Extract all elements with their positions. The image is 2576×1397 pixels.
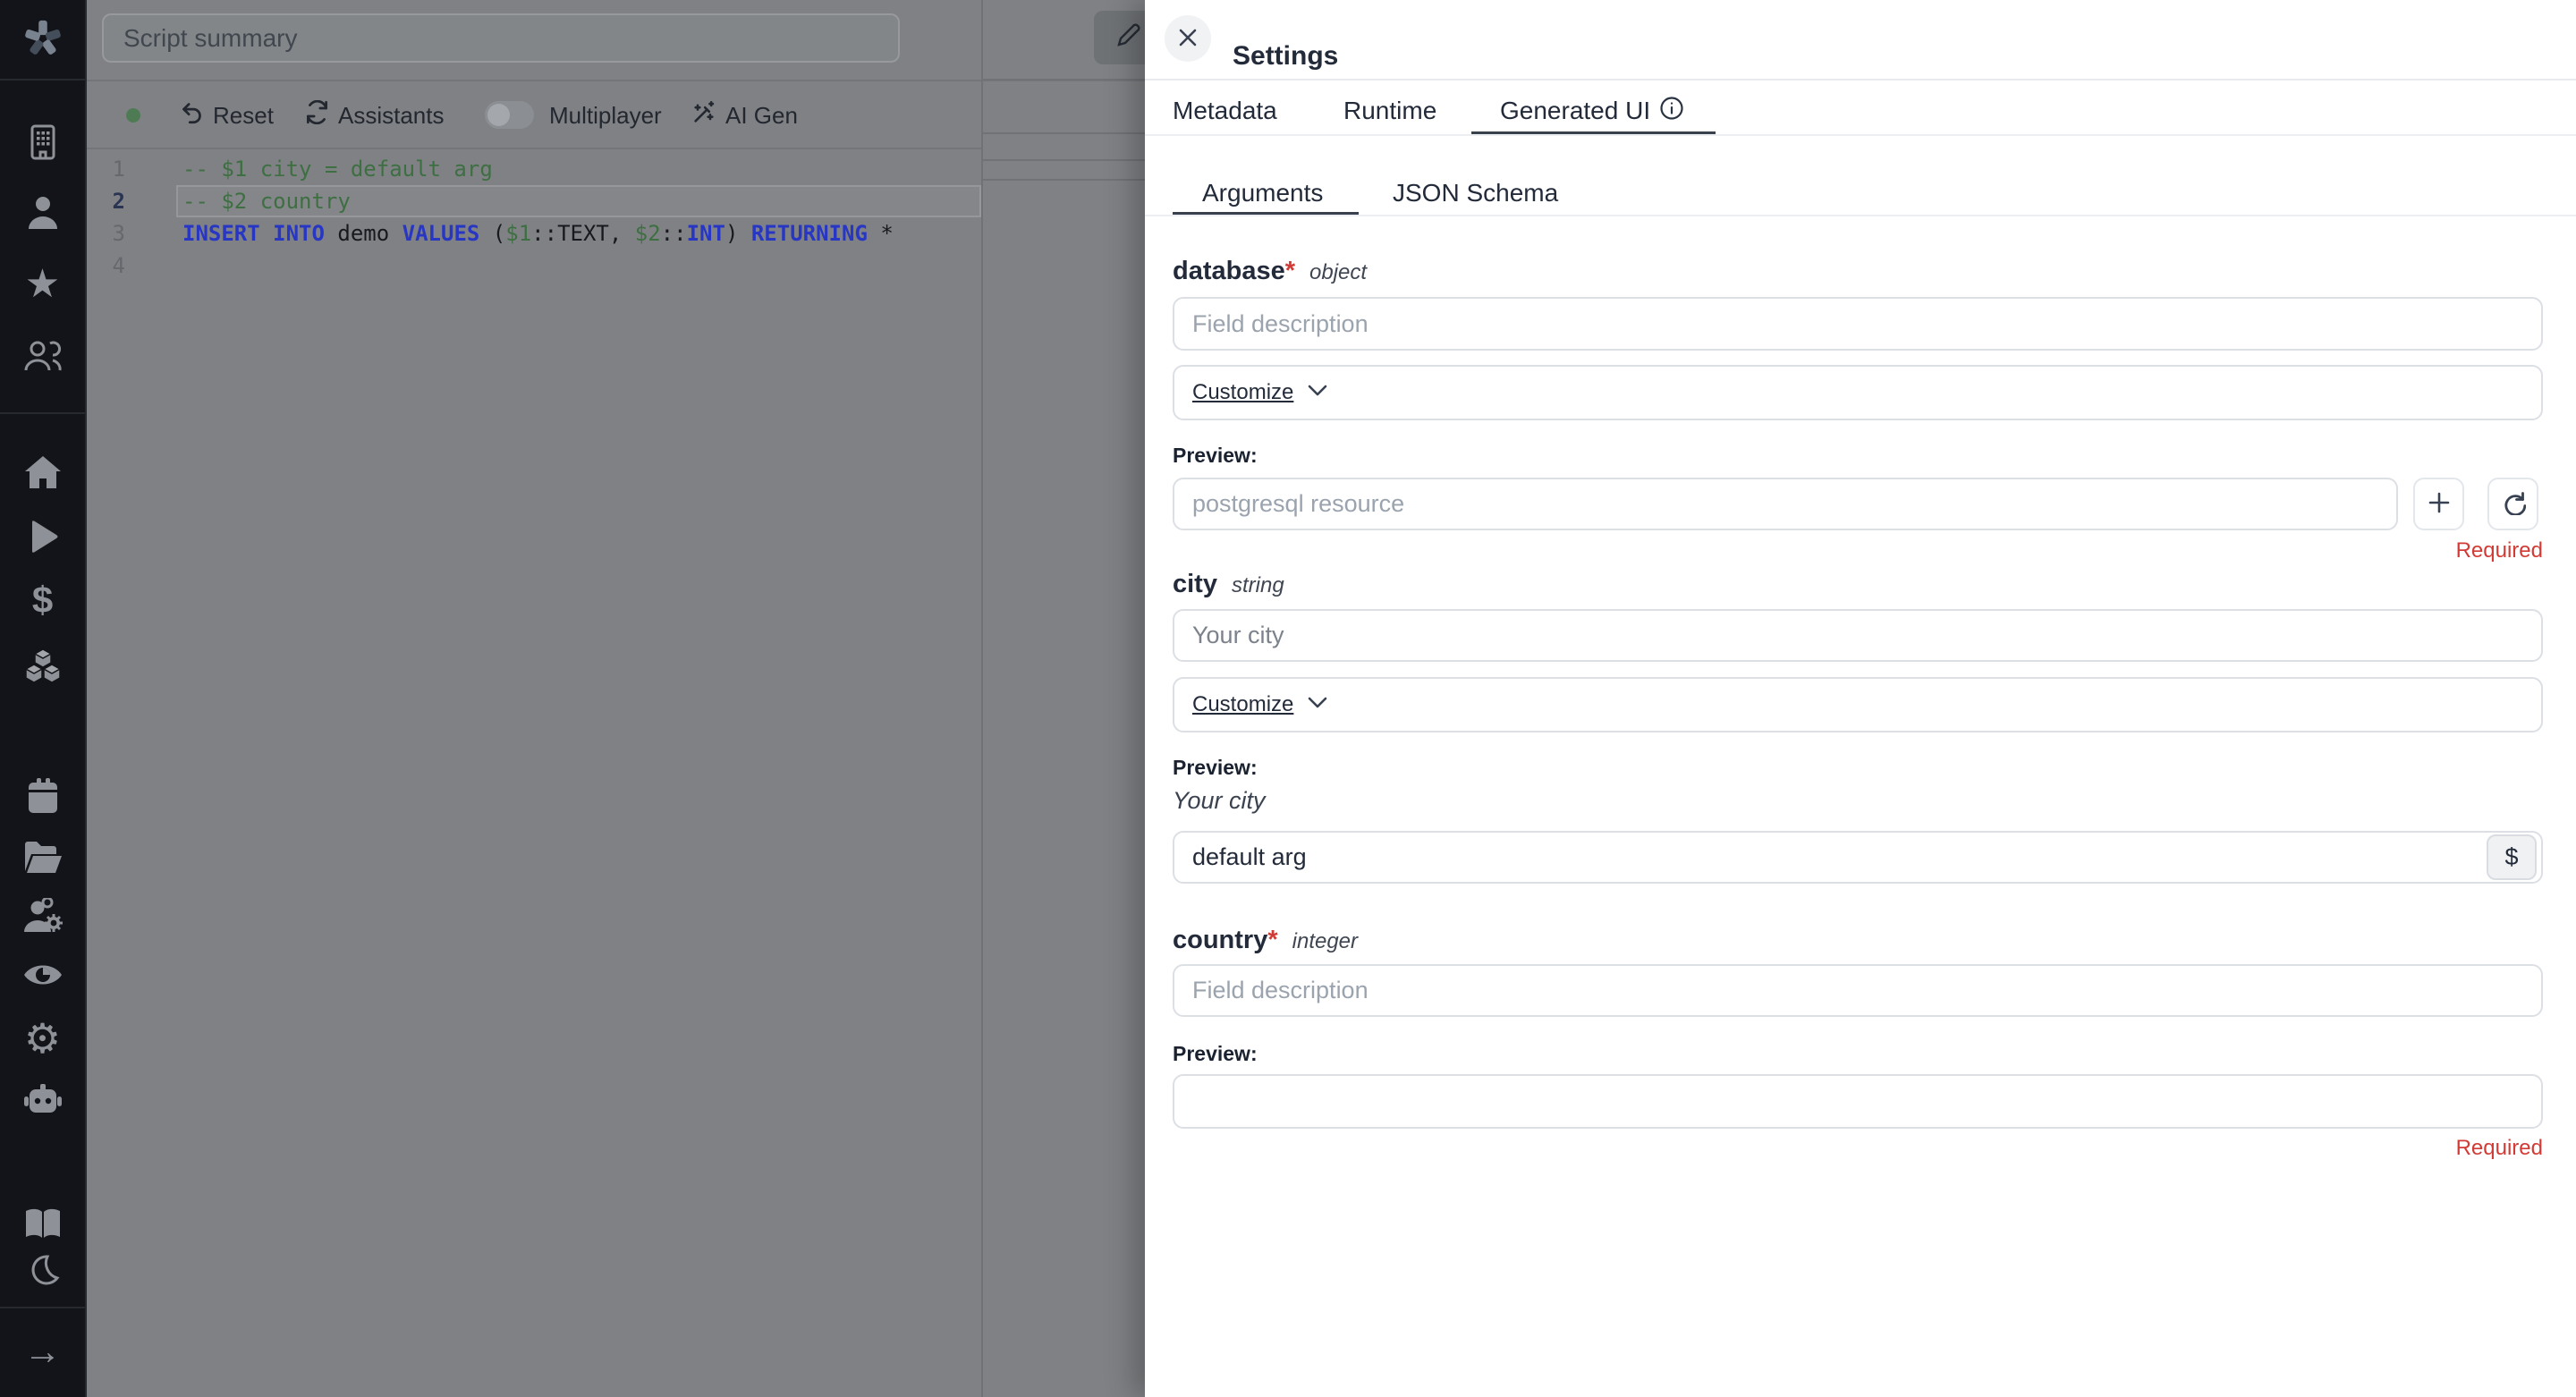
reset-label: Reset: [213, 102, 274, 130]
field-type: integer: [1292, 929, 1358, 954]
code-line[interactable]: 2-- $2 country: [87, 185, 981, 217]
play-icon[interactable]: [26, 519, 60, 555]
dollar-icon: $: [2504, 843, 2518, 871]
database-required-hint: Required: [2456, 538, 2543, 563]
preview-label: Preview:: [1173, 444, 1258, 468]
city-customize-toggle[interactable]: Customize: [1173, 677, 2543, 732]
settings-gear-icon[interactable]: ⚙: [24, 1018, 61, 1059]
plus-icon: [2428, 491, 2451, 517]
settings-drawer: Settings Metadata Runtime Generated UI A…: [1145, 0, 2576, 1397]
dollar-sign-icon[interactable]: $: [32, 581, 53, 619]
code-editor[interactable]: 1-- $1 city = default arg2-- $2 country3…: [87, 153, 981, 282]
code-line[interactable]: 1-- $1 city = default arg: [87, 153, 981, 185]
users-icon[interactable]: [23, 338, 63, 374]
status-dot: [126, 108, 140, 123]
field-country-header: country* integer: [1173, 926, 1358, 955]
city-preview-description: Your city: [1173, 787, 1266, 815]
app-screen: ★ $: [0, 0, 2576, 1397]
toggle-knob: [487, 104, 510, 126]
line-number: 3: [94, 217, 125, 250]
calendar-icon[interactable]: [24, 776, 62, 816]
close-button[interactable]: [1165, 15, 1211, 62]
city-description-input[interactable]: [1173, 609, 2543, 662]
assistants-button[interactable]: Assistants: [305, 99, 445, 131]
field-database-header: database* object: [1173, 257, 1367, 286]
field-name: database: [1173, 257, 1285, 286]
country-required-hint: Required: [2456, 1136, 2543, 1161]
building-icon[interactable]: [25, 123, 61, 161]
right-panel-dimmed: [981, 0, 1145, 1397]
folder-open-icon[interactable]: [22, 839, 64, 875]
home-icon[interactable]: [24, 454, 62, 490]
subtab-json-schema[interactable]: JSON Schema: [1393, 179, 1558, 207]
line-number: 1: [94, 153, 125, 185]
wand-sparkles-icon: [691, 100, 716, 131]
toolbar-bottom-border: [87, 148, 983, 149]
code-lines: 1-- $1 city = default arg2-- $2 country3…: [87, 153, 981, 282]
database-customize-toggle[interactable]: Customize: [1173, 365, 2543, 420]
country-preview-input[interactable]: [1173, 1074, 2543, 1129]
multiplayer-toggle[interactable]: [485, 101, 534, 129]
editor-pane-dimmed: Reset Assistants Multiplayer: [87, 0, 1145, 1397]
reset-button[interactable]: Reset: [180, 99, 274, 131]
cubes-icon[interactable]: [23, 648, 63, 685]
required-asterisk: *: [1267, 926, 1277, 955]
tab-generated-ui[interactable]: Generated UI: [1500, 95, 1684, 127]
sidebar-divider: [0, 79, 85, 80]
preview-label: Preview:: [1173, 756, 1258, 780]
chevron-down-icon: [1308, 697, 1327, 713]
required-asterisk: *: [1285, 257, 1295, 286]
subtab-arguments[interactable]: Arguments: [1202, 179, 1323, 207]
line-number: 2: [94, 185, 125, 217]
undo-icon: [180, 100, 204, 131]
multiplayer-label: Multiplayer: [549, 99, 662, 131]
user-icon[interactable]: [25, 193, 61, 231]
code-line[interactable]: 3INSERT INTO demo VALUES ($1::TEXT, $2::…: [87, 217, 981, 250]
city-template-var-button[interactable]: $: [2487, 834, 2537, 880]
book-open-icon[interactable]: [23, 1207, 63, 1240]
country-description-input[interactable]: [1173, 964, 2543, 1017]
database-resource-select[interactable]: [1173, 478, 2398, 530]
tab-metadata[interactable]: Metadata: [1173, 95, 1277, 127]
header-border: [1145, 79, 2576, 80]
subtabs-border: [1145, 215, 2576, 216]
add-resource-button[interactable]: [2413, 478, 2464, 530]
star-icon[interactable]: ★: [25, 265, 60, 304]
robot-icon[interactable]: [22, 1082, 64, 1116]
field-type: string: [1232, 573, 1284, 598]
close-icon: [1177, 27, 1199, 51]
moon-icon[interactable]: [25, 1253, 61, 1289]
ai-gen-button[interactable]: AI Gen: [691, 99, 798, 131]
eye-icon[interactable]: [22, 959, 64, 991]
code-line[interactable]: 4: [87, 250, 981, 282]
refresh-resource-button[interactable]: [2487, 478, 2538, 530]
field-type: object: [1309, 260, 1367, 285]
customize-label: Customize: [1192, 692, 1293, 717]
tab-runtime[interactable]: Runtime: [1343, 95, 1436, 127]
city-preview-input[interactable]: [1173, 831, 2543, 884]
rotate-cw-icon: [2501, 490, 2526, 518]
refresh-icon: [305, 100, 329, 131]
field-city-header: city string: [1173, 570, 1284, 599]
drawer-title: Settings: [1233, 41, 1338, 72]
line-number: 4: [94, 250, 125, 282]
preview-label: Preview:: [1173, 1042, 1258, 1066]
assistants-label: Assistants: [338, 102, 445, 130]
ai-gen-label: AI Gen: [725, 102, 798, 130]
tabs-border: [1145, 134, 2576, 136]
customize-label: Customize: [1192, 380, 1293, 405]
info-icon[interactable]: [1659, 96, 1684, 127]
sidebar-divider: [0, 412, 85, 414]
field-name: city: [1173, 570, 1217, 599]
field-name: country: [1173, 926, 1267, 955]
windmill-logo-icon[interactable]: [22, 18, 64, 59]
user-cog-icon[interactable]: [22, 898, 64, 934]
script-summary-input[interactable]: [102, 13, 900, 63]
chevron-down-icon: [1308, 385, 1327, 401]
database-description-input[interactable]: [1173, 297, 2543, 351]
sidebar: ★ $: [0, 0, 87, 1397]
sidebar-divider: [0, 1307, 85, 1308]
arrow-right-icon[interactable]: →: [24, 1333, 62, 1370]
